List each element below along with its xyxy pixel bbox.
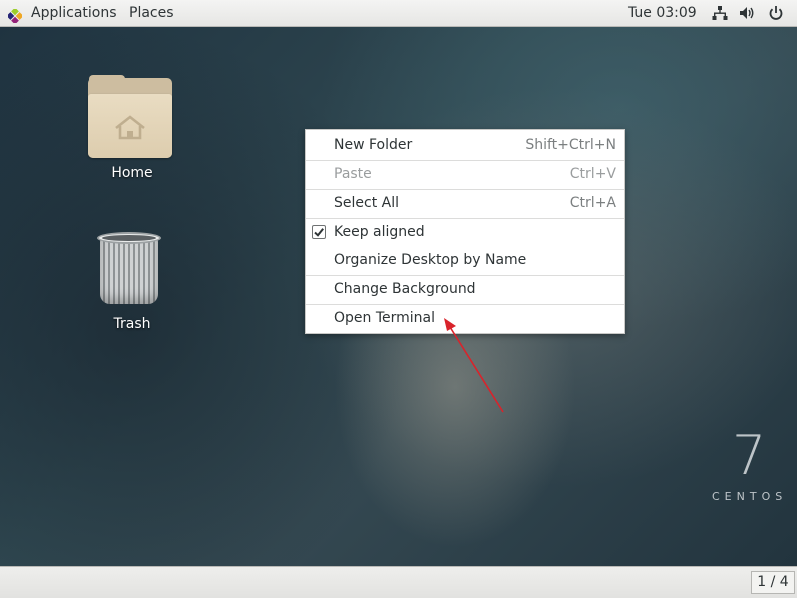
- trash-icon: [77, 230, 187, 310]
- checkbox-checked-icon[interactable]: [312, 225, 326, 239]
- desktop-icon-trash-label: Trash: [113, 316, 151, 332]
- menu-item-select-all[interactable]: Select All Ctrl+A: [306, 189, 624, 217]
- menu-item-change-background[interactable]: Change Background: [306, 275, 624, 303]
- shortcut-label: Ctrl+V: [569, 166, 616, 182]
- centos-logo-icon: [6, 6, 24, 25]
- desktop-icon-home-label: Home: [111, 165, 153, 181]
- applications-menu[interactable]: Applications: [6, 0, 117, 26]
- desktop-icon-home[interactable]: Home: [77, 75, 187, 185]
- applications-label: Applications: [31, 5, 117, 21]
- desktop-context-menu: New Folder Shift+Ctrl+N Paste Ctrl+V Sel…: [305, 129, 625, 334]
- bottom-panel: 1 / 4: [0, 566, 797, 598]
- menu-item-keep-aligned[interactable]: Keep aligned: [306, 218, 624, 246]
- power-icon[interactable]: [768, 5, 784, 21]
- menu-item-open-terminal[interactable]: Open Terminal: [306, 304, 624, 332]
- menu-item-paste: Paste Ctrl+V: [306, 160, 624, 188]
- centos-version-number: 7: [732, 424, 767, 487]
- home-folder-icon: [77, 75, 187, 160]
- shortcut-label: Ctrl+A: [569, 195, 616, 211]
- shortcut-label: Shift+Ctrl+N: [525, 137, 616, 153]
- menu-item-organize-desktop[interactable]: Organize Desktop by Name: [306, 246, 624, 274]
- centos-wordmark: CENTOS: [712, 490, 788, 503]
- desktop-icon-trash[interactable]: Trash: [77, 230, 187, 335]
- workspace-switcher[interactable]: 1 / 4: [751, 571, 795, 594]
- network-icon[interactable]: [712, 5, 728, 21]
- clock[interactable]: Tue 03:09: [628, 0, 697, 26]
- places-menu[interactable]: Places: [129, 0, 174, 26]
- menu-item-new-folder[interactable]: New Folder Shift+Ctrl+N: [306, 131, 624, 159]
- top-panel: Applications Places Tue 03:09: [0, 0, 797, 27]
- volume-icon[interactable]: [739, 5, 755, 21]
- places-label: Places: [129, 5, 174, 21]
